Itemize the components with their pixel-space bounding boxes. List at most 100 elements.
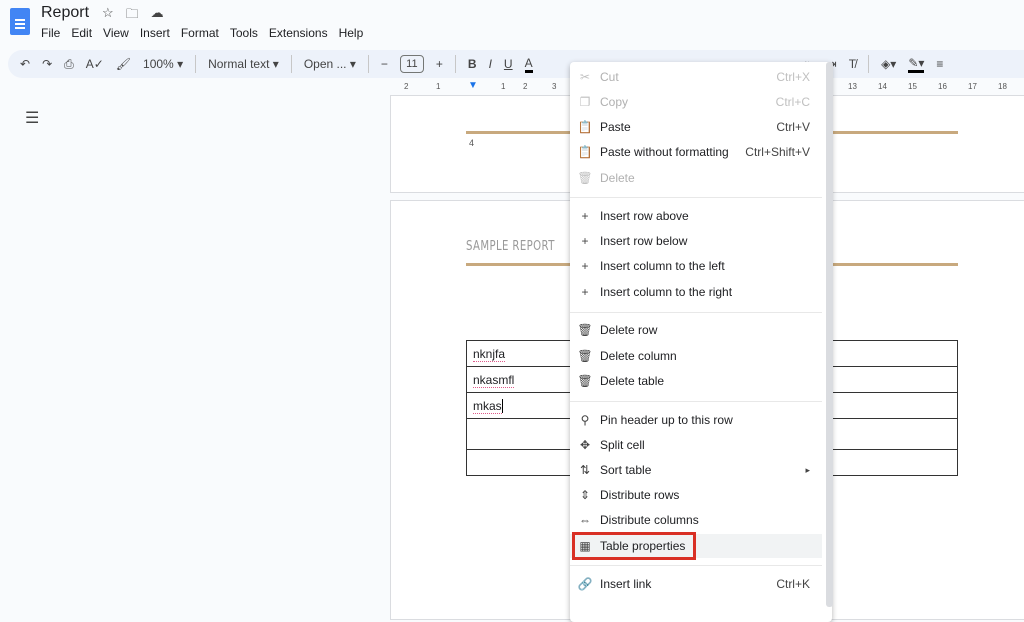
zoom-value: 100% (143, 57, 174, 71)
menu-item-icon: 📋 (577, 120, 593, 134)
menu-item-label: Distribute rows (600, 488, 680, 502)
page-number: 4 (469, 138, 475, 148)
menu-item-delete-table[interactable]: 🗑 Delete table (570, 369, 822, 393)
menu-item-label: Delete (600, 171, 635, 185)
menu-item-distribute-rows[interactable]: ⇕ Distribute rows (570, 483, 822, 507)
move-folder-icon[interactable]: 🗀 (126, 5, 139, 27)
menu-item-table-properties[interactable]: ▦ Table properties (570, 532, 822, 560)
bold-button[interactable]: B (468, 57, 477, 71)
menu-item-icon: ⇅ (579, 463, 591, 477)
font-size-input[interactable]: 11 (399, 55, 424, 73)
ruler-label: 15 (908, 82, 917, 91)
paint-format-icon[interactable]: 🖌 (116, 57, 131, 71)
menu-item-distribute-columns[interactable]: ⇔ Distribute columns (570, 508, 822, 532)
menu-tools[interactable]: Tools (230, 26, 258, 40)
menu-item-split-cell[interactable]: ✥ Split cell (570, 433, 822, 457)
divider (290, 55, 292, 73)
fill-color-icon[interactable]: ◈▾ (881, 57, 896, 71)
menu-item-label: Copy (600, 95, 629, 109)
text-color-button[interactable]: A (524, 56, 533, 73)
menu-insert[interactable]: Insert (140, 26, 170, 40)
star-icon[interactable]: ☆ (102, 5, 114, 27)
menu-item-label: Paste (600, 120, 631, 134)
divider (454, 55, 456, 73)
menu-separator (570, 197, 822, 198)
menu-item-insert-row-below[interactable]: + Insert row below (570, 229, 822, 253)
italic-button[interactable]: I (489, 57, 492, 71)
menu-item-icon: + (581, 259, 589, 273)
menu-item-copy[interactable]: ❐ Copy Ctrl+C (570, 90, 822, 114)
table-cell: nkasmfl (473, 372, 515, 388)
menu-item-insert-column-to-the-right[interactable]: + Insert column to the right (570, 280, 822, 304)
menu-view[interactable]: View (103, 26, 129, 40)
redo-icon[interactable]: ↷ (42, 57, 52, 71)
menu-item-icon: 🗑 (577, 171, 593, 185)
increase-font-button[interactable]: + (436, 57, 443, 71)
menu-item-icon: + (581, 209, 589, 223)
menu-item-insert-column-to-the-left[interactable]: + Insert column to the left (570, 254, 822, 278)
menu-scrollbar[interactable] (826, 62, 833, 607)
menu-item-icon: ⇕ (579, 488, 591, 502)
menu-item-icon: ✥ (579, 438, 591, 452)
menu-item-shortcut: Ctrl+Shift+V (745, 145, 810, 159)
menu-item-delete-column[interactable]: 🗑 Delete column (570, 344, 822, 368)
indent-marker-icon[interactable]: ▼ (468, 80, 478, 91)
menu-item-delete[interactable]: 🗑 Delete (570, 166, 822, 190)
menu-item-label: Paste without formatting (600, 145, 729, 159)
menu-item-shortcut: Ctrl+K (776, 577, 810, 591)
menu-item-label: Insert column to the left (600, 259, 725, 273)
menu-separator (570, 312, 822, 313)
zoom-select[interactable]: 100% ▾ (143, 57, 183, 71)
toolbar: ↶ ↷ ⎙ A✓ 🖌 100% ▾ Normal text ▾ Open ...… (8, 50, 1024, 78)
menu-item-label: Sort table (600, 463, 652, 477)
menu-item-pin-header-up-to-this-row[interactable]: ⚲ Pin header up to this row (570, 408, 822, 432)
menu-item-sort-table[interactable]: ⇅ Sort table ▸ (570, 458, 822, 482)
document-outline-icon[interactable]: ☰ (25, 108, 39, 128)
menu-item-icon: + (581, 234, 589, 248)
document-title[interactable]: Report (41, 4, 89, 22)
ruler-label: 17 (968, 82, 977, 91)
menu-separator (570, 565, 822, 566)
print-icon[interactable]: ⎙ (64, 57, 74, 72)
decrease-font-button[interactable]: − (381, 57, 388, 71)
menubar: File Edit View Insert Format Tools Exten… (41, 26, 363, 40)
highlight-box (572, 532, 696, 560)
menu-extensions[interactable]: Extensions (269, 26, 328, 40)
border-color-icon[interactable]: ✎▾ (908, 56, 925, 73)
ruler-label: 1 (436, 82, 441, 91)
menu-format[interactable]: Format (181, 26, 219, 40)
font-select[interactable]: Open ... ▾ (304, 57, 356, 71)
ruler-label: 2 (523, 82, 528, 91)
menu-item-cut[interactable]: ✂ Cut Ctrl+X (570, 65, 822, 89)
menu-item-icon: ⚲ (580, 413, 590, 427)
menu-item-paste-without-formatting[interactable]: 📋 Paste without formatting Ctrl+Shift+V (570, 140, 822, 164)
clear-formatting-icon[interactable]: T̸ (849, 57, 856, 71)
menu-item-insert-link[interactable]: 🔗 Insert link Ctrl+K (570, 572, 822, 596)
menu-item-paste[interactable]: 📋 Paste Ctrl+V (570, 115, 822, 139)
menu-file[interactable]: File (41, 26, 60, 40)
docs-logo[interactable] (10, 8, 30, 35)
menu-item-label: Delete row (600, 323, 658, 337)
menu-edit[interactable]: Edit (71, 26, 92, 40)
border-width-icon[interactable]: ≡ (936, 57, 943, 71)
menu-item-shortcut: Ctrl+C (775, 95, 810, 109)
underline-button[interactable]: U (504, 57, 513, 71)
menu-help[interactable]: Help (339, 26, 364, 40)
menu-item-label: Split cell (600, 438, 645, 452)
menu-item-icon: 🗑 (577, 374, 593, 388)
cloud-status-icon[interactable]: ☁ (151, 5, 164, 27)
divider (868, 55, 870, 73)
undo-icon[interactable]: ↶ (20, 57, 30, 71)
menu-item-icon: 🔗 (577, 577, 593, 591)
menu-item-icon: + (581, 285, 589, 299)
table-cell: nknjfa (473, 346, 506, 362)
divider (367, 55, 369, 73)
spellcheck-icon[interactable]: A✓ (86, 57, 104, 71)
table-cell: mkas (473, 398, 502, 414)
ruler-label: 1 (501, 82, 506, 91)
menu-item-label: Insert row above (600, 209, 689, 223)
style-select[interactable]: Normal text ▾ (208, 57, 279, 71)
menu-item-insert-row-above[interactable]: + Insert row above (570, 204, 822, 228)
menu-item-delete-row[interactable]: 🗑 Delete row (570, 318, 822, 342)
menu-item-label: Cut (600, 70, 619, 84)
